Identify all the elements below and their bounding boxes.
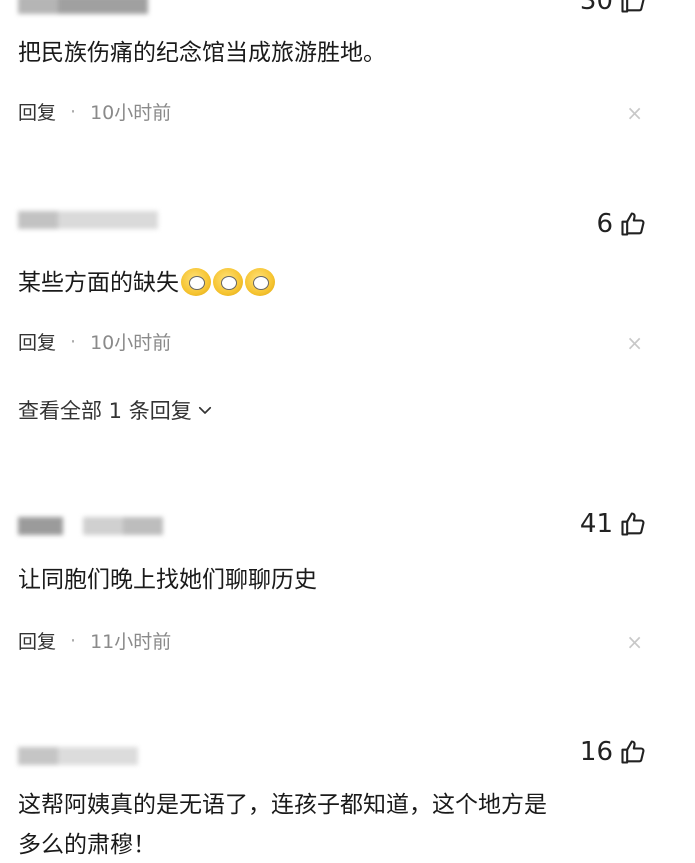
view-all-replies-button[interactable]: 查看全部 1 条回复: [18, 395, 214, 425]
like-count: 6: [596, 209, 613, 239]
like-count: 30: [579, 0, 613, 16]
comment-text-line-2: 多么的肃穆！: [18, 832, 156, 858]
reply-button[interactable]: 回复: [18, 627, 56, 654]
chevron-down-icon: [198, 406, 211, 414]
comment-item: 6 某些方面的缺失 回复 · 10小时前 × 查看全部 1 条回复: [0, 195, 695, 445]
comment-text: 让同胞们晚上找她们聊聊历史: [18, 567, 317, 593]
like-button[interactable]: 6: [596, 209, 647, 239]
like-button[interactable]: 16: [580, 737, 647, 767]
comment-item: 41 让同胞们晚上找她们聊聊历史 回复 · 11小时前 ×: [0, 495, 695, 685]
comment-time: 11小时前: [90, 631, 172, 653]
like-button[interactable]: 30: [580, 0, 647, 16]
like-button[interactable]: 41: [580, 509, 647, 539]
thumbs-up-icon: [621, 512, 645, 536]
comment-item: 30 把民族伤痛的纪念馆当成旅游胜地。 回复 · 10小时前 ×: [0, 0, 695, 180]
comment-meta: 回复 · 11小时前: [18, 627, 171, 654]
reply-button[interactable]: 回复: [18, 328, 56, 355]
comment-time: 10小时前: [90, 332, 172, 354]
comment-item: 16 这帮阿姨真的是无语了，连孩子都知道，这个地方是 多么的肃穆！: [0, 725, 695, 858]
sweat-face-emoji: [245, 268, 275, 296]
comment-text: 把民族伤痛的纪念馆当成旅游胜地。: [18, 40, 386, 66]
thumbs-up-icon: [621, 740, 645, 764]
reply-button[interactable]: 回复: [18, 98, 56, 125]
username-blurred: [18, 515, 163, 537]
sweat-face-emoji: [181, 268, 211, 296]
username-blurred: [18, 745, 138, 767]
comment-meta: 回复 · 10小时前: [18, 328, 171, 355]
separator-dot: ·: [70, 100, 77, 123]
comment-text: 某些方面的缺失: [18, 265, 275, 301]
close-icon[interactable]: ×: [626, 331, 643, 355]
separator-dot: ·: [70, 330, 77, 353]
comment-meta: 回复 · 10小时前: [18, 98, 171, 125]
like-count: 41: [579, 509, 613, 539]
separator-dot: ·: [70, 629, 77, 652]
thumbs-up-icon: [621, 0, 645, 13]
username-blurred: [18, 209, 158, 231]
comment-text-content: 某些方面的缺失: [18, 270, 179, 296]
view-all-replies-label: 查看全部 1 条回复: [18, 399, 192, 423]
like-count: 16: [579, 737, 613, 767]
comment-time: 10小时前: [90, 102, 172, 124]
username-blurred: [18, 0, 148, 16]
sweat-face-emoji: [213, 268, 243, 296]
close-icon[interactable]: ×: [626, 101, 643, 125]
comment-text-line-1: 这帮阿姨真的是无语了，连孩子都知道，这个地方是: [18, 792, 547, 818]
thumbs-up-icon: [621, 212, 645, 236]
close-icon[interactable]: ×: [626, 630, 643, 654]
